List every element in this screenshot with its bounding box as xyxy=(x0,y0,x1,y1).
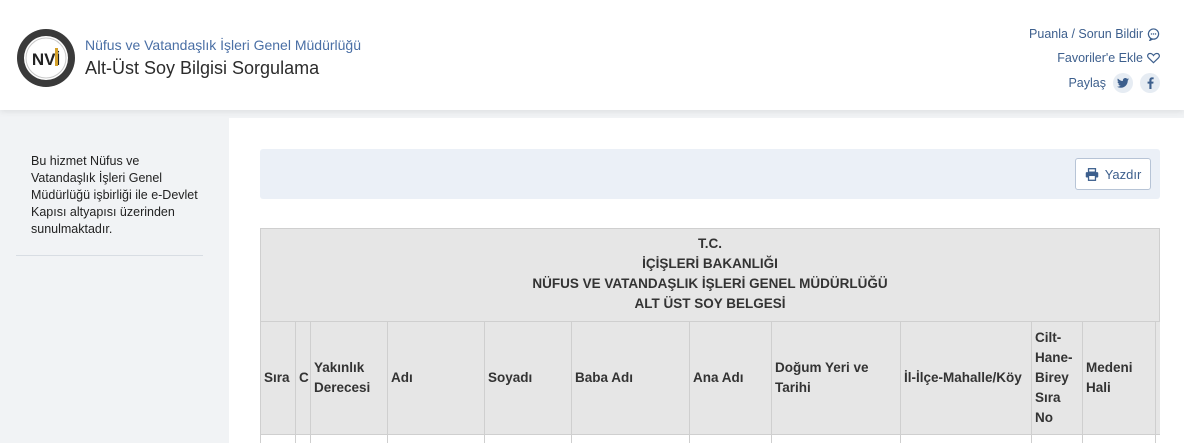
print-label: Yazdır xyxy=(1104,166,1142,182)
twitter-icon xyxy=(1117,78,1129,88)
printer-icon xyxy=(1085,167,1098,181)
col-header-medeni-hali: Medeni Hali xyxy=(1082,321,1156,435)
org-name[interactable]: Nüfus ve Vatandaşlık İşleri Genel Müdürl… xyxy=(85,37,361,53)
table-cell xyxy=(771,434,901,443)
col-header-sira: Sıra xyxy=(260,321,296,435)
col-header-dogum: Doğum Yeri ve Tarihi xyxy=(771,321,901,435)
sidebar-info-text: Bu hizmet Nüfus ve Vatandaşlık İşleri Ge… xyxy=(31,154,198,236)
share-row: Paylaş xyxy=(1029,71,1160,95)
col-header-extra xyxy=(1155,321,1160,435)
main-content: Yazdır T.C. İÇİŞLERİ BAKANLIĞI NÜFUS VE … xyxy=(229,118,1184,443)
nvi-logo[interactable]: NVİ xyxy=(16,28,76,88)
table-cell xyxy=(1082,434,1156,443)
table-cell xyxy=(689,434,772,443)
heading-line-ministry: İÇİŞLERİ BAKANLIĞI xyxy=(642,256,778,271)
print-toolbar: Yazdır xyxy=(260,149,1160,199)
heart-icon xyxy=(1147,52,1160,64)
table-cell xyxy=(1155,434,1160,443)
header-links: Puanla / Sorun Bildir Favoriler'e Ekle P… xyxy=(1029,22,1160,95)
chat-bubble-icon xyxy=(1147,27,1160,41)
col-header-soyadi: Soyadı xyxy=(484,321,572,435)
heading-line-document-title: ALT ÜST SOY BELGESİ xyxy=(634,296,786,311)
table-cell xyxy=(571,434,690,443)
table-cell xyxy=(900,434,1032,443)
table-cell xyxy=(1031,434,1083,443)
service-title: Alt-Üst Soy Bilgisi Sorgulama xyxy=(85,58,320,78)
share-label: Paylaş xyxy=(1068,76,1106,90)
twitter-share-button[interactable] xyxy=(1113,73,1133,93)
table-cell xyxy=(387,434,485,443)
col-header-ana-adi: Ana Adı xyxy=(689,321,772,435)
table-row xyxy=(260,434,1160,443)
table-cell xyxy=(484,434,572,443)
print-button[interactable]: Yazdır xyxy=(1075,158,1151,190)
col-header-baba-adi: Baba Adı xyxy=(571,321,690,435)
table-header-row: Sıra C Yakınlık Derecesi Adı Soyadı Baba… xyxy=(260,321,1160,435)
rate-report-label: Puanla / Sorun Bildir xyxy=(1029,27,1143,41)
col-header-cilt-hane: Cilt-Hane-Birey Sıra No xyxy=(1031,321,1083,435)
sidebar: Bu hizmet Nüfus ve Vatandaşlık İşleri Ge… xyxy=(0,118,229,443)
add-favorites-label: Favoriler'e Ekle xyxy=(1057,51,1143,65)
document-heading: T.C. İÇİŞLERİ BAKANLIĞI NÜFUS VE VATANDA… xyxy=(260,228,1160,322)
table-cell xyxy=(310,434,388,443)
rate-report-link[interactable]: Puanla / Sorun Bildir xyxy=(1029,22,1160,46)
heading-line-directorate: NÜFUS VE VATANDAŞLIK İŞLERİ GENEL MÜDÜRL… xyxy=(532,276,888,291)
facebook-icon xyxy=(1147,77,1154,89)
lineage-table: Sıra C Yakınlık Derecesi Adı Soyadı Baba… xyxy=(260,321,1160,443)
sidebar-divider xyxy=(16,255,203,256)
heading-line-tc: T.C. xyxy=(697,236,722,251)
top-header: NVİ Nüfus ve Vatandaşlık İşleri Genel Mü… xyxy=(0,0,1184,110)
add-favorites-link[interactable]: Favoriler'e Ekle xyxy=(1029,46,1160,70)
table-cell xyxy=(260,434,296,443)
col-header-il-ilce: İl-İlçe-Mahalle/Köy xyxy=(900,321,1032,435)
lineage-document: T.C. İÇİŞLERİ BAKANLIĞI NÜFUS VE VATANDA… xyxy=(260,228,1160,443)
col-header-adi: Adı xyxy=(387,321,485,435)
facebook-share-button[interactable] xyxy=(1140,73,1160,93)
col-header-c: C xyxy=(295,321,311,435)
col-header-yakinlik: Yakınlık Derecesi xyxy=(310,321,388,435)
table-cell xyxy=(295,434,311,443)
